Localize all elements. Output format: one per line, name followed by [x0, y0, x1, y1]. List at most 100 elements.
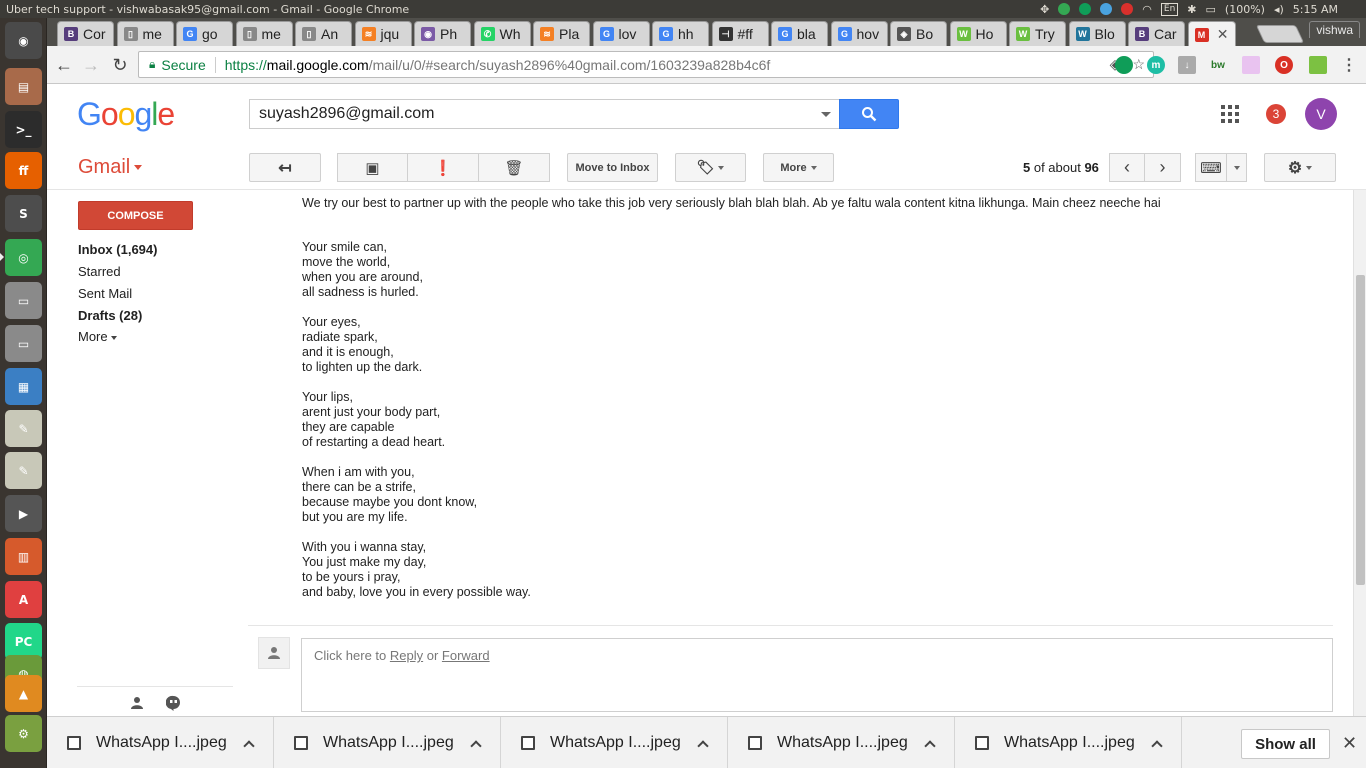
reload-button[interactable]: ↻: [109, 54, 131, 76]
back-button[interactable]: ←: [53, 54, 75, 76]
browser-tab[interactable]: ◈ Bo: [890, 21, 947, 46]
bw-extension-icon[interactable]: bw: [1209, 56, 1227, 74]
download-item[interactable]: WhatsApp I....jpeg: [955, 717, 1182, 768]
close-tab-icon[interactable]: ✕: [1217, 26, 1229, 43]
disk-icon-2[interactable]: ▭: [5, 325, 42, 362]
browser-tab[interactable]: ≋ Pla: [533, 21, 590, 46]
download-extension-icon[interactable]: ↓: [1178, 56, 1196, 74]
browser-tab[interactable]: ◉ Ph: [414, 21, 471, 46]
download-item[interactable]: WhatsApp I....jpeg: [47, 717, 274, 768]
reply-link[interactable]: Reply: [390, 648, 423, 663]
m-extension-icon[interactable]: m: [1147, 56, 1165, 74]
scroll-thumb[interactable]: [1356, 275, 1365, 585]
document-viewer-icon[interactable]: ▦: [5, 368, 42, 405]
more-actions-button[interactable]: More: [763, 153, 834, 182]
gmail-menu[interactable]: Gmail: [78, 156, 143, 179]
firefox-icon[interactable]: ff: [5, 152, 42, 189]
chevron-up-icon[interactable]: [243, 739, 255, 752]
browser-tab[interactable]: Glov: [592, 21, 650, 46]
dropbox-icon[interactable]: ✥: [1040, 3, 1049, 16]
browser-tab[interactable]: ⊣ #ff: [711, 21, 769, 46]
chrome-tray-icon[interactable]: [1058, 3, 1071, 15]
newer-button[interactable]: ‹: [1109, 153, 1145, 182]
compose-button[interactable]: COMPOSE: [78, 201, 193, 230]
search-options-dropdown-icon[interactable]: [821, 112, 831, 117]
chrome-icon[interactable]: ◎: [0, 239, 42, 276]
tab-gmail-active[interactable]: M ✕: [1187, 21, 1236, 47]
reply-box[interactable]: Click here to Reply or Forward: [301, 638, 1333, 712]
browser-tab[interactable]: ✆ Wh: [473, 21, 531, 46]
page-scrollbar[interactable]: [1353, 190, 1366, 716]
nav-drafts[interactable]: Drafts (28): [78, 308, 142, 323]
files-icon[interactable]: ▤: [5, 68, 42, 105]
search-input[interactable]: suyash2896@gmail.com: [249, 99, 839, 129]
sublime-text-icon[interactable]: S: [5, 195, 42, 232]
text-editor-icon-2[interactable]: ✎: [5, 452, 42, 489]
download-item[interactable]: WhatsApp I....jpeg: [728, 717, 955, 768]
chevron-up-icon[interactable]: [470, 739, 482, 752]
move-to-inbox-button[interactable]: Move to Inbox: [567, 153, 658, 182]
contacts-person-icon[interactable]: [130, 696, 144, 710]
input-tools-dropdown[interactable]: [1227, 153, 1247, 182]
show-all-downloads-button[interactable]: Show all: [1241, 729, 1330, 759]
hangouts-quote-icon[interactable]: [166, 695, 181, 711]
settings-button[interactable]: ⚙: [1264, 153, 1336, 182]
chevron-up-icon[interactable]: [924, 739, 936, 752]
browser-tab[interactable]: ▯ me: [116, 21, 174, 46]
new-tab-button[interactable]: [1255, 25, 1305, 43]
messenger-tray-icon[interactable]: [1100, 3, 1113, 15]
hangouts-extension-icon[interactable]: [1115, 56, 1133, 74]
text-editor-icon[interactable]: ✎: [5, 410, 42, 447]
older-button[interactable]: ›: [1145, 153, 1181, 182]
color-extension-icon[interactable]: [1242, 56, 1260, 74]
delete-button[interactable]: 🗑︎: [479, 153, 550, 182]
archive-button[interactable]: ▣: [337, 153, 408, 182]
labels-button[interactable]: 🏷︎: [675, 153, 746, 182]
report-spam-button[interactable]: ❗: [408, 153, 479, 182]
close-icon[interactable]: ✕: [1342, 733, 1357, 754]
browser-tab[interactable]: Ghov: [830, 21, 888, 46]
battery-icon[interactable]: ▭: [1206, 3, 1216, 16]
address-bar[interactable]: 🔒︎ Secure https:// mail.google.com /mail…: [138, 51, 1154, 78]
download-item[interactable]: WhatsApp I....jpeg: [274, 717, 501, 768]
nav-more[interactable]: More: [78, 329, 117, 344]
terminal-icon[interactable]: >_: [5, 111, 42, 148]
bluetooth-icon[interactable]: ✱: [1187, 3, 1196, 16]
account-avatar[interactable]: V: [1305, 98, 1337, 130]
profile-name[interactable]: vishwa: [1309, 21, 1360, 38]
search-button[interactable]: [839, 99, 899, 129]
ubuntu-dash-icon[interactable]: ◉: [5, 22, 42, 59]
chevron-up-icon[interactable]: [697, 739, 709, 752]
notifications-badge[interactable]: 3: [1266, 104, 1286, 124]
impress-icon[interactable]: ▥: [5, 538, 42, 575]
back-to-search-button[interactable]: ↤: [249, 153, 321, 182]
video-editor-icon[interactable]: ▶: [5, 495, 42, 532]
disk-icon[interactable]: ▭: [5, 282, 42, 319]
browser-tab[interactable]: ▯ me: [235, 21, 293, 46]
forward-button[interactable]: →: [80, 54, 102, 76]
google-apps-icon[interactable]: [1221, 105, 1239, 123]
browser-tab[interactable]: ≋ jqu: [354, 21, 412, 46]
browser-tab[interactable]: W Try: [1009, 21, 1066, 46]
google-logo[interactable]: Google: [77, 96, 175, 133]
vlc-icon[interactable]: ▲: [5, 675, 42, 712]
browser-tab[interactable]: Ghh: [652, 21, 709, 46]
clock[interactable]: 5:15 AM: [1293, 3, 1338, 16]
download-item[interactable]: WhatsApp I....jpeg: [501, 717, 728, 768]
browser-tab[interactable]: B Car: [1128, 21, 1185, 46]
hangouts-tray-icon[interactable]: [1079, 3, 1092, 15]
browser-tab[interactable]: ▯ An: [295, 21, 352, 46]
bookmark-star-icon[interactable]: ☆: [1132, 56, 1145, 73]
browser-tab[interactable]: W Blo: [1068, 21, 1126, 46]
browser-tab[interactable]: Gbla: [771, 21, 828, 46]
keyboard-layout-indicator[interactable]: En: [1160, 2, 1179, 16]
nav-starred[interactable]: Starred: [78, 264, 121, 279]
pdf-viewer-icon[interactable]: A: [5, 581, 42, 618]
wifi-icon[interactable]: ◠: [1142, 3, 1152, 16]
opera-extension-icon[interactable]: O: [1275, 56, 1293, 74]
nav-inbox[interactable]: Inbox (1,694): [78, 242, 157, 257]
browser-tab[interactable]: B Cor: [57, 21, 114, 46]
eyedropper-extension-icon[interactable]: [1309, 56, 1327, 74]
chevron-up-icon[interactable]: [1151, 739, 1163, 752]
volume-icon[interactable]: ◂): [1274, 3, 1284, 16]
